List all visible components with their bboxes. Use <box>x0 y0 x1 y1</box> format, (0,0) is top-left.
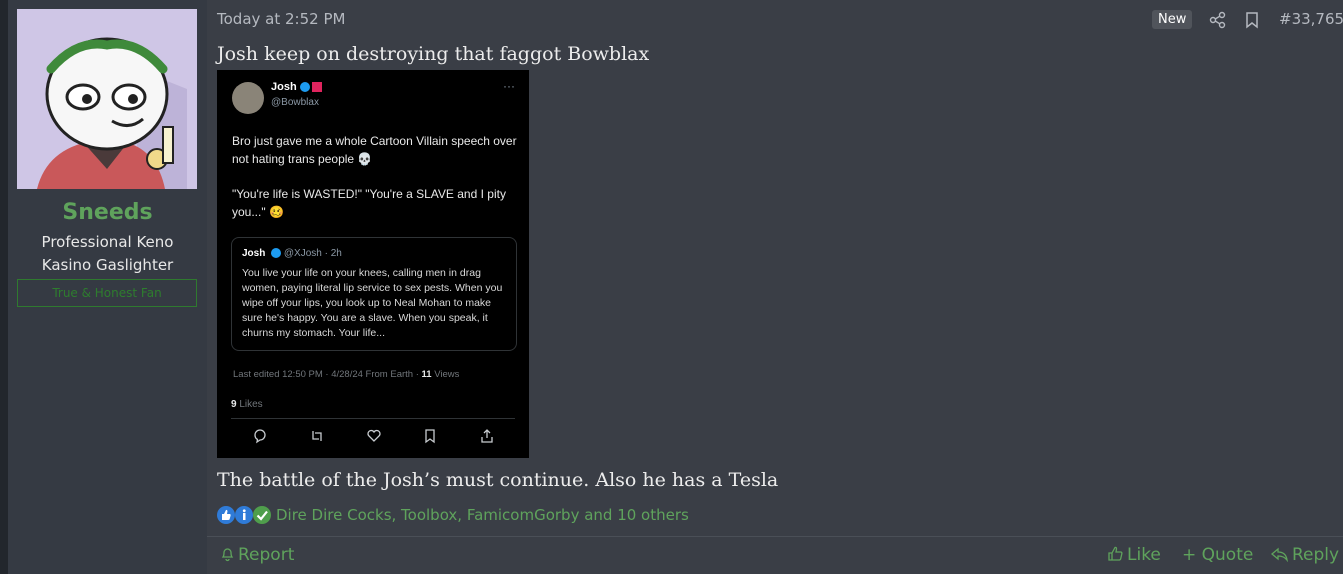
reply-icon <box>1270 547 1288 563</box>
quoted-handle: @XJosh · 2h <box>283 248 342 259</box>
left-edge-strip <box>0 0 8 574</box>
tweet-views-count: 11 <box>421 369 432 380</box>
user-banner: True & Honest Fan <box>17 279 197 307</box>
post-timestamp[interactable]: Today at 2:52 PM <box>217 10 345 28</box>
reply-label: Reply <box>1292 545 1340 565</box>
reply-button[interactable]: Reply <box>1270 545 1339 565</box>
report-button[interactable]: Report <box>220 545 294 565</box>
verified-icon <box>299 82 310 93</box>
informative-reaction-icon <box>235 506 253 524</box>
tweet-handle: @Bowblax <box>271 97 319 108</box>
avatar[interactable] <box>17 9 197 189</box>
embedded-tweet-image[interactable]: Josh @Bowblax ··· Bro just gave me a who… <box>217 70 529 458</box>
tweet-views-label: Views <box>431 369 460 380</box>
quoted-tweet-header: Josh @XJosh · 2h <box>242 248 342 259</box>
post-message: Josh keep on destroying that faggot Bowb… <box>217 43 650 65</box>
thumbs-up-icon <box>1108 546 1123 561</box>
like-reaction-icon <box>217 506 235 524</box>
quoted-tweet-text: You live your life on your knees, callin… <box>242 267 503 339</box>
verified-icon <box>271 248 282 259</box>
like-label: Like <box>1127 545 1161 565</box>
post-number-link[interactable]: #33,765 <box>1279 10 1343 28</box>
bookmark-icon[interactable] <box>1244 11 1260 29</box>
tweet-paragraph: Bro just gave me a whole Cartoon Villain… <box>232 134 517 166</box>
reply-icon <box>252 428 268 444</box>
retweet-icon <box>309 428 325 444</box>
tweet-avatar <box>232 82 264 114</box>
tweet-meta: Last edited 12:50 PM · 4/28/24 From Eart… <box>233 369 459 380</box>
tweet-edit-info: Last edited 12:50 PM · 4/28/24 From Eart… <box>233 369 422 380</box>
tweet-author: Josh <box>271 81 322 93</box>
bookmark-icon <box>422 428 438 444</box>
tweet-text: Bro just gave me a whole Cartoon Villain… <box>232 132 517 238</box>
user-title: Professional Keno Kasino Gaslighter <box>8 231 207 277</box>
tweet-divider <box>231 418 515 419</box>
user-title-line: Professional Keno <box>41 233 174 251</box>
affiliate-badge-icon <box>311 82 322 93</box>
agree-reaction-icon <box>253 506 271 524</box>
like-button[interactable]: Like <box>1107 545 1161 565</box>
post-main: Today at 2:52 PM New #33,765 Josh keep o… <box>207 0 1343 574</box>
tweet-likes: 9 Likes <box>231 399 263 410</box>
quote-button[interactable]: + Quote <box>1182 545 1253 565</box>
heart-icon <box>366 428 382 444</box>
reaction-users-link[interactable]: Dire Dire Cocks, Toolbox, FamicomGorby a… <box>276 506 689 524</box>
share-icon <box>479 428 495 444</box>
more-icon: ··· <box>503 79 515 93</box>
post-message: The battle of the Josh’s must continue. … <box>217 469 779 491</box>
new-badge: New <box>1152 10 1193 29</box>
report-label: Report <box>238 545 295 565</box>
bell-icon <box>221 548 234 562</box>
tweet-actions <box>247 428 497 446</box>
footer-divider <box>207 536 1343 537</box>
username[interactable]: Sneeds <box>8 200 207 225</box>
user-title-line: Kasino Gaslighter <box>41 256 174 274</box>
user-info-column: Sneeds Professional Keno Kasino Gaslight… <box>8 0 208 574</box>
quoted-author: Josh <box>242 248 266 259</box>
quoted-tweet: Josh @XJosh · 2h You live your life on y… <box>231 237 517 351</box>
tweet-likes-label: Likes <box>236 399 263 410</box>
tweet-author-name: Josh <box>271 81 297 93</box>
avatar-illustration <box>17 9 197 189</box>
share-icon[interactable] <box>1209 11 1227 29</box>
tweet-paragraph: "You're life is WASTED!" "You're a SLAVE… <box>232 187 506 219</box>
